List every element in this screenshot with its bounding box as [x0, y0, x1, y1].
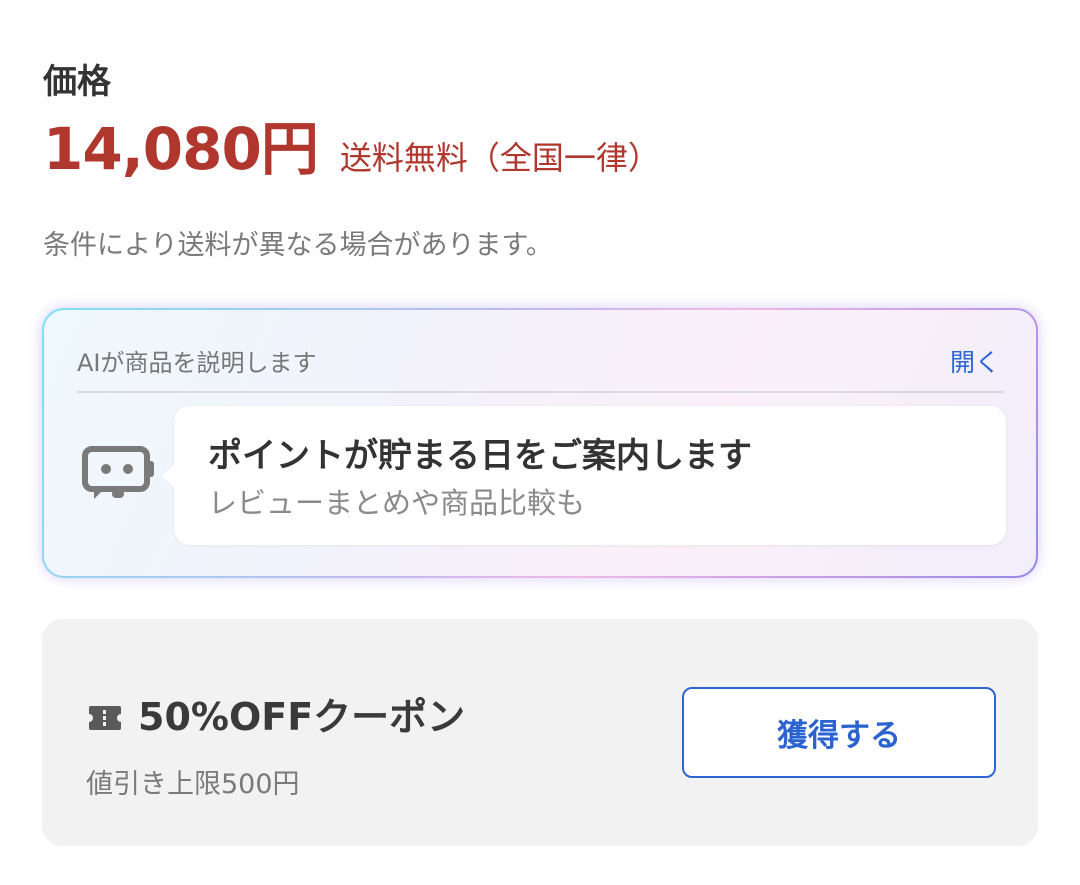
- ai-panel-inner: AIが商品を説明します 開く ポイントが貯まる日をご案内します レビューまとめや…: [44, 310, 1036, 576]
- ai-message-subtitle: レビューまとめや商品比較も: [208, 486, 586, 520]
- price-row: 14,080円 送料無料（全国一律）: [43, 116, 660, 186]
- ai-description-panel: AIが商品を説明します 開く ポイントが貯まる日をご案内します レビューまとめや…: [42, 308, 1038, 578]
- product-price-page: 価格 14,080円 送料無料（全国一律） 条件により送料が異なる場合があります…: [0, 0, 1080, 885]
- get-coupon-button[interactable]: 獲得する: [682, 687, 996, 778]
- shipping-note: 条件により送料が異なる場合があります。: [43, 230, 553, 261]
- ai-message-title: ポイントが貯まる日をご案内します: [208, 436, 752, 476]
- coupon-card: 50%OFFクーポン 値引き上限500円 獲得する: [42, 619, 1038, 846]
- price-heading: 価格: [43, 62, 111, 102]
- ai-message-bubble[interactable]: ポイントが貯まる日をご案内します レビューまとめや商品比較も: [162, 406, 1006, 545]
- shipping-label: 送料無料（全国一律）: [339, 139, 660, 177]
- ai-open-link[interactable]: 開く: [950, 347, 1000, 379]
- ai-panel-label: AIが商品を説明します: [77, 349, 317, 377]
- price-value: 14,080円: [43, 115, 319, 183]
- chat-bot-icon: [82, 446, 154, 499]
- ticket-icon: [89, 706, 121, 730]
- coupon-title: 50%OFFクーポン: [138, 695, 466, 739]
- ai-panel-divider: [77, 391, 1004, 393]
- coupon-limit: 値引き上限500円: [86, 769, 300, 800]
